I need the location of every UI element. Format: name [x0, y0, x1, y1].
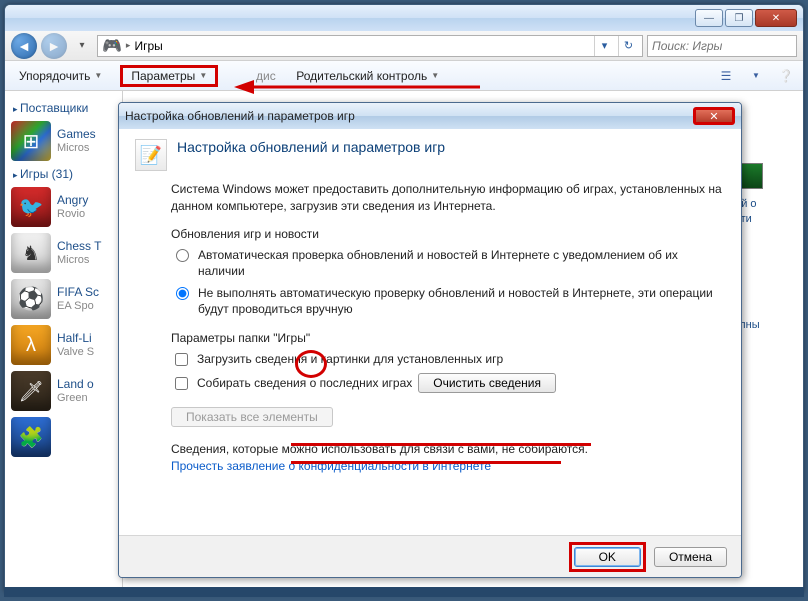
search-input[interactable]	[647, 35, 797, 57]
folder-icon: 🎮	[102, 36, 122, 56]
desktop-background-strip	[4, 587, 804, 597]
item-name: Games	[57, 128, 96, 142]
dialog-body: 📝 Настройка обновлений и параметров игр …	[119, 129, 741, 535]
toolbar: Упорядочить ▼ Параметры ▼ дис Родительск…	[5, 61, 803, 91]
item-meta: Green	[57, 392, 94, 405]
navbar: ◄ ► ▾ 🎮 ▸ Игры ▾ ↻	[5, 31, 803, 61]
item-name: Angry	[57, 194, 88, 208]
checkbox-label: Собирать сведения о последних играх	[197, 375, 412, 391]
games-header[interactable]: Игры (31)	[13, 167, 116, 181]
providers-header[interactable]: Поставщики	[13, 101, 116, 115]
settings-dialog: Настройка обновлений и параметров игр ✕ …	[118, 102, 742, 578]
sidebar: Поставщики ⊞ GamesMicros Игры (31) 🐦 Ang…	[5, 91, 123, 593]
list-item[interactable]: 🧩	[11, 417, 116, 457]
folder-params-group: Параметры папки "Игры" Загрузить сведени…	[171, 331, 725, 427]
breadcrumb-sep-icon: ▸	[126, 40, 131, 51]
list-item[interactable]: 🗡 Land oGreen	[11, 371, 116, 411]
group-title: Обновления игр и новости	[171, 227, 319, 241]
angry-birds-icon: 🐦	[11, 187, 51, 227]
view-mode-icon[interactable]: ☰	[717, 67, 735, 85]
checkbox-download-info[interactable]: Загрузить сведения и картинки для устано…	[171, 351, 725, 369]
chevron-down-icon: ▼	[94, 71, 102, 80]
radio-auto-check[interactable]: Автоматическая проверка обновлений и нов…	[171, 247, 725, 279]
annotation-underline	[291, 461, 561, 464]
obscured-menu-label: дис	[256, 69, 276, 83]
minimize-button[interactable]: —	[695, 9, 723, 27]
list-item[interactable]: 🐦 AngryRovio	[11, 187, 116, 227]
games-provider-icon: ⊞	[11, 121, 51, 161]
item-meta: EA Spo	[57, 300, 99, 313]
dialog-icon: 📝	[135, 139, 167, 171]
checkbox-label: Загрузить сведения и картинки для устано…	[197, 351, 503, 367]
radio-label: Автоматическая проверка обновлений и нов…	[198, 247, 725, 279]
breadcrumb-location[interactable]: Игры	[134, 39, 162, 53]
annotation-underline	[291, 443, 591, 446]
item-meta: Micros	[57, 254, 101, 267]
item-meta: Rovio	[57, 208, 88, 221]
list-item[interactable]: ⚽ FIFA ScEA Spo	[11, 279, 116, 319]
radio-input[interactable]	[176, 287, 189, 300]
dialog-heading: Настройка обновлений и параметров игр	[177, 139, 445, 155]
fifa-icon: ⚽	[11, 279, 51, 319]
group-title: Параметры папки "Игры"	[171, 331, 310, 345]
radio-manual-check[interactable]: Не выполнять автоматическую проверку обн…	[171, 285, 725, 317]
parameters-menu[interactable]: Параметры ▼	[120, 65, 218, 87]
item-name: Land o	[57, 378, 94, 392]
back-button[interactable]: ◄	[11, 33, 37, 59]
help-icon[interactable]: ❔	[777, 67, 795, 85]
puzzle-icon: 🧩	[11, 417, 51, 457]
clear-info-button[interactable]: Очистить сведения	[418, 373, 556, 393]
radio-input[interactable]	[176, 249, 189, 262]
forward-button[interactable]: ►	[41, 33, 67, 59]
maximize-button[interactable]: ❐	[725, 9, 753, 27]
close-button[interactable]: ✕	[755, 9, 797, 27]
address-dropdown-icon[interactable]: ▾	[594, 36, 614, 56]
item-meta: Micros	[57, 142, 96, 155]
ok-button[interactable]: OK	[574, 547, 641, 567]
list-item[interactable]: λ Half-LiValve S	[11, 325, 116, 365]
checkbox-collect-recent[interactable]: Собирать сведения о последних играх Очис…	[171, 375, 725, 393]
organize-menu[interactable]: Упорядочить ▼	[13, 67, 108, 85]
privacy-note: Сведения, которые можно использовать для…	[171, 441, 725, 475]
item-name: FIFA Sc	[57, 286, 99, 300]
show-all-button[interactable]: Показать все элементы	[171, 407, 333, 427]
checkbox-input[interactable]	[175, 353, 188, 366]
dialog-title: Настройка обновлений и параметров игр	[125, 109, 693, 123]
view-chevron-icon[interactable]: ▼	[747, 67, 765, 85]
parental-label: Родительский контроль	[296, 69, 427, 83]
history-dropdown-icon[interactable]: ▾	[71, 33, 93, 59]
titlebar: — ❐ ✕	[5, 5, 803, 31]
updates-group: Обновления игр и новости Автоматическая …	[171, 227, 725, 318]
land-icon: 🗡	[11, 371, 51, 411]
dialog-titlebar: Настройка обновлений и параметров игр ✕	[119, 103, 741, 129]
cancel-button[interactable]: Отмена	[654, 547, 727, 567]
half-life-icon: λ	[11, 325, 51, 365]
dialog-close-button[interactable]: ✕	[693, 107, 735, 125]
parental-control-menu[interactable]: Родительский контроль ▼	[290, 67, 445, 85]
parameters-label: Параметры	[131, 69, 195, 83]
radio-label: Не выполнять автоматическую проверку обн…	[198, 285, 725, 317]
ok-highlight: OK	[569, 542, 646, 572]
item-meta: Valve S	[57, 346, 94, 359]
list-item[interactable]: ⊞ GamesMicros	[11, 121, 116, 161]
dialog-description: Система Windows может предоставить допол…	[171, 181, 725, 215]
refresh-icon[interactable]: ↻	[618, 36, 638, 56]
chevron-down-icon: ▼	[431, 71, 439, 80]
list-item[interactable]: ♞ Chess TMicros	[11, 233, 116, 273]
item-name: Chess T	[57, 240, 101, 254]
dialog-footer: OK Отмена	[119, 535, 741, 577]
address-bar[interactable]: 🎮 ▸ Игры ▾ ↻	[97, 35, 643, 57]
chevron-down-icon: ▼	[199, 71, 207, 80]
item-name: Half-Li	[57, 332, 94, 346]
organize-label: Упорядочить	[19, 69, 90, 83]
checkbox-input[interactable]	[175, 377, 188, 390]
chess-icon: ♞	[11, 233, 51, 273]
